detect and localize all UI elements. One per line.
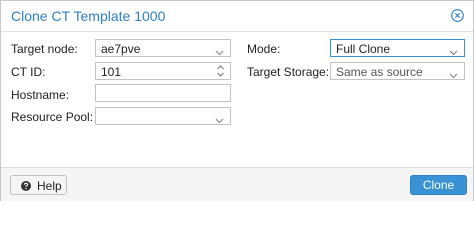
ct-id-input[interactable]: 101 [95,62,231,80]
close-icon[interactable] [451,9,464,22]
target-node-value: ae7pve [101,42,141,56]
help-label: Help [37,179,62,193]
resource-pool-select[interactable] [95,107,231,125]
clone-dialog: Clone CT Template 1000 Target node: ae7p… [0,0,474,201]
question-circle-icon [21,180,31,191]
chevron-down-icon[interactable] [215,113,224,124]
ct-id-value: 101 [101,65,122,79]
dialog-titlebar: Clone CT Template 1000 [1,1,473,32]
spinner-icon[interactable] [216,64,225,78]
dialog-title: Clone CT Template 1000 [11,8,166,24]
dialog-footer: Help Clone [1,167,473,201]
target-node-select[interactable]: ae7pve [95,39,231,57]
hostname-input[interactable] [95,84,231,102]
clone-button[interactable]: Clone [410,175,467,195]
mode-value: Full Clone [336,42,391,56]
chevron-down-icon[interactable] [215,45,224,56]
chevron-down-icon[interactable] [449,45,458,56]
resource-pool-label: Resource Pool: [11,110,94,124]
mode-select[interactable]: Full Clone [330,39,465,57]
target-node-label: Target node: [11,42,78,56]
help-button[interactable]: Help [10,175,67,195]
target-storage-label: Target Storage: [247,65,330,79]
ct-id-label: CT ID: [11,65,46,79]
mode-label: Mode: [247,42,281,56]
target-storage-value: Same as source [336,65,423,79]
hostname-label: Hostname: [11,88,70,102]
target-storage-select[interactable]: Same as source [330,62,465,80]
dialog-body: Target node: ae7pve CT ID: 101 Hostname:… [1,32,473,167]
chevron-down-icon[interactable] [449,68,458,79]
